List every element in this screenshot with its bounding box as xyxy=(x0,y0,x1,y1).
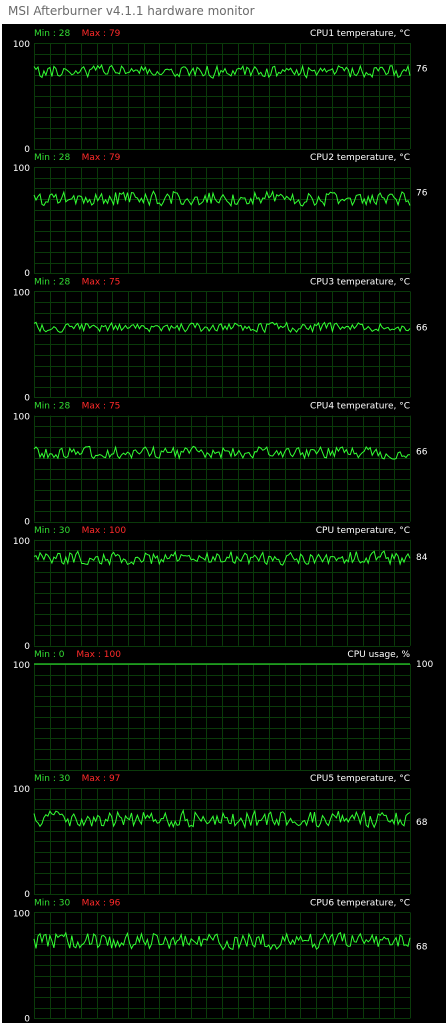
graph-name: CPU3 temperature, °C xyxy=(310,277,410,287)
current-value-label: 76 xyxy=(416,189,428,199)
graph-panel[interactable]: Min : 28 Max : 79 CPU1 temperature, °C 100 0… xyxy=(13,29,428,155)
graph-panel[interactable]: Min : 28 Max : 75 CPU3 temperature, °C 100 0… xyxy=(13,277,428,403)
max-label: Max : 79 xyxy=(82,153,121,163)
graph-name: CPU2 temperature, °C xyxy=(310,153,410,163)
max-label: Max : 75 xyxy=(82,402,121,412)
min-label: Min : 30 xyxy=(34,526,70,536)
y-axis-bottom-label: 0 xyxy=(24,518,30,528)
graph-name: CPU6 temperature, °C xyxy=(310,898,410,908)
min-label: Min : 28 xyxy=(34,277,70,287)
y-axis-top-label: 100 xyxy=(13,288,30,298)
graph-panel[interactable]: Min : 30 Max : 96 CPU6 temperature, °C 100 0… xyxy=(13,898,428,1023)
y-axis-bottom-label: 0 xyxy=(24,269,30,279)
current-value-label: 100 xyxy=(416,660,433,670)
y-axis-top-label: 100 xyxy=(13,785,30,795)
y-axis-top-label: 100 xyxy=(13,164,30,174)
y-axis-top-label: 100 xyxy=(13,661,30,671)
max-label: Max : 100 xyxy=(82,526,127,536)
graph-grid xyxy=(34,291,411,398)
max-label: Max : 97 xyxy=(82,774,121,784)
min-label: Min : 30 xyxy=(34,774,70,784)
min-label: Min : 28 xyxy=(34,153,70,163)
min-label: Min : 28 xyxy=(34,29,70,39)
y-axis-bottom-label: 0 xyxy=(24,642,30,652)
graph-panel[interactable]: Min : 28 Max : 75 CPU4 temperature, °C 100 0… xyxy=(13,402,428,528)
graph-panel[interactable]: Min : 30 Max : 100 CPU temperature, °C 100 0… xyxy=(13,526,428,652)
graph-grid xyxy=(34,167,411,274)
current-value-label: 66 xyxy=(416,323,428,333)
hardware-monitor-window: MSI Afterburner v4.1.1 hardware monitor … xyxy=(0,0,448,1025)
max-label: Max : 75 xyxy=(82,277,121,287)
title-bar[interactable]: MSI Afterburner v4.1.1 hardware monitor xyxy=(0,0,448,24)
y-axis-bottom-label: 0 xyxy=(24,890,30,900)
min-label: Min : 0 xyxy=(34,650,65,660)
y-axis-bottom-label: 0 xyxy=(24,145,30,155)
y-axis-top-label: 100 xyxy=(13,537,30,547)
y-axis-bottom-label: 0 xyxy=(24,1014,30,1023)
max-label: Max : 79 xyxy=(82,29,121,39)
max-label: Max : 100 xyxy=(76,650,121,660)
graph-grid xyxy=(34,788,411,895)
graph-panel[interactable]: Min : 0 Max : 100 CPU usage, % 100 100 xyxy=(13,650,434,771)
max-label: Max : 96 xyxy=(82,898,121,908)
current-value-label: 84 xyxy=(416,553,428,563)
y-axis-top-label: 100 xyxy=(13,40,30,50)
graph-name: CPU usage, % xyxy=(347,650,410,660)
graph-grid xyxy=(34,539,411,647)
monitor-client-area: Min : 28 Max : 79 CPU1 temperature, °C 100 0… xyxy=(2,24,446,1023)
window-title: MSI Afterburner v4.1.1 hardware monitor xyxy=(8,4,255,18)
graph-name: CPU4 temperature, °C xyxy=(310,402,410,412)
graph-name: CPU temperature, °C xyxy=(316,526,410,536)
min-label: Min : 28 xyxy=(34,402,70,412)
graph-grid xyxy=(34,912,411,1019)
y-axis-top-label: 100 xyxy=(13,909,30,919)
current-value-label: 68 xyxy=(416,818,428,828)
graph-grid xyxy=(34,415,411,523)
current-value-label: 76 xyxy=(416,64,428,74)
min-label: Min : 30 xyxy=(34,898,70,908)
y-axis-bottom-label: 0 xyxy=(24,393,30,403)
graph-grid xyxy=(34,43,411,150)
graph-name: CPU5 temperature, °C xyxy=(310,774,410,784)
graph-grid xyxy=(34,664,411,771)
graph-panel[interactable]: Min : 30 Max : 97 CPU5 temperature, °C 100 0… xyxy=(13,774,428,900)
graph-name: CPU1 temperature, °C xyxy=(310,29,410,39)
y-axis-top-label: 100 xyxy=(13,413,30,423)
current-value-label: 66 xyxy=(416,448,428,458)
graph-panel[interactable]: Min : 28 Max : 79 CPU2 temperature, °C 100 0… xyxy=(13,153,428,279)
graphs-canvas: Min : 28 Max : 79 CPU1 temperature, °C 100 0… xyxy=(13,29,434,1023)
current-value-label: 68 xyxy=(416,942,428,952)
